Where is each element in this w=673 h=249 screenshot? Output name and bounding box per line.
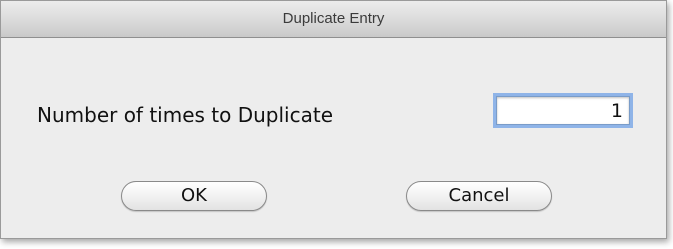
ok-button[interactable]: OK: [121, 181, 267, 211]
dialog-content: Number of times to Duplicate OK Cancel: [1, 38, 666, 238]
title-bar[interactable]: Duplicate Entry: [1, 1, 666, 38]
dialog-title: Duplicate Entry: [282, 10, 385, 27]
cancel-button[interactable]: Cancel: [406, 181, 552, 211]
duplicate-count-label: Number of times to Duplicate: [37, 103, 334, 127]
duplicate-entry-dialog: Duplicate Entry Number of times to Dupli…: [0, 0, 667, 239]
duplicate-count-input[interactable]: [496, 96, 630, 125]
